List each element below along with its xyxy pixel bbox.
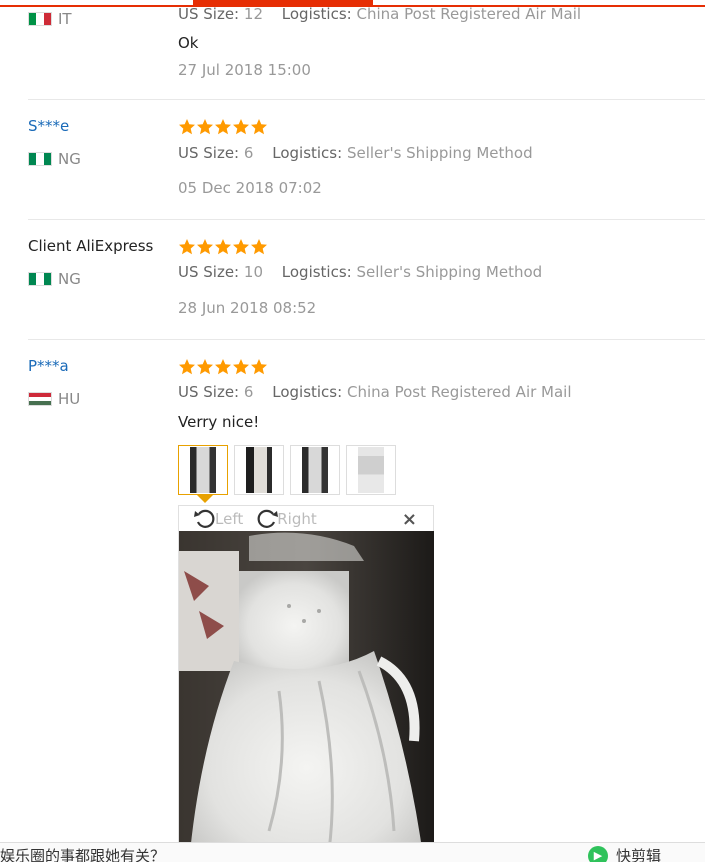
review-comment: Ok — [178, 34, 199, 52]
star-icon — [250, 238, 268, 256]
flag-it-icon — [28, 12, 52, 26]
review-item: IT US Size: 12 Logistics: China Post Reg… — [0, 0, 705, 100]
reviewer-name: Client AliExpress — [28, 237, 154, 255]
logistics-value: China Post Registered Air Mail — [346, 383, 572, 401]
review-meta: US Size: 10 Logistics: Seller's Shipping… — [178, 263, 542, 281]
star-icon — [250, 358, 268, 376]
review-meta: US Size: 12 Logistics: China Post Regist… — [178, 5, 581, 23]
star-icon — [214, 238, 232, 256]
country: NG — [28, 150, 81, 168]
star-rating — [178, 238, 268, 256]
dress-photo-icon — [358, 447, 384, 493]
reviewer-name-link[interactable]: S***e — [28, 117, 69, 135]
star-icon — [214, 358, 232, 376]
us-size-value: 6 — [243, 383, 254, 401]
star-icon — [178, 358, 196, 376]
us-size-label: US Size: — [178, 144, 240, 162]
reviewer-name-link[interactable]: P***a — [28, 357, 69, 375]
photo-thumbnail[interactable] — [290, 445, 340, 495]
star-icon — [196, 238, 214, 256]
us-size-value: 6 — [243, 144, 254, 162]
review-photo — [179, 531, 434, 862]
us-size-label: US Size: — [178, 5, 240, 23]
rotate-left-icon — [194, 509, 215, 528]
star-icon — [178, 118, 196, 136]
star-icon — [196, 358, 214, 376]
star-icon — [250, 118, 268, 136]
flag-hu-icon — [28, 392, 52, 406]
flag-ng-icon — [28, 272, 52, 286]
us-size-label: US Size: — [178, 383, 240, 401]
logistics-label: Logistics: — [281, 263, 352, 281]
flag-ng-icon — [28, 152, 52, 166]
country-code: NG — [58, 150, 81, 168]
logistics-value: China Post Registered Air Mail — [356, 5, 582, 23]
us-size-label: US Size: — [178, 263, 240, 281]
review-item: S***e NG US Size: 6 Logistics: Seller's … — [0, 100, 705, 220]
app-link-label: 快剪辑 — [616, 847, 662, 862]
us-size-value: 12 — [243, 5, 263, 23]
star-icon — [232, 358, 250, 376]
review-meta: US Size: 6 Logistics: China Post Registe… — [178, 383, 572, 401]
star-icon — [232, 118, 250, 136]
logistics-label: Logistics: — [272, 383, 343, 401]
dress-photo-icon — [246, 447, 272, 493]
logistics-value: Seller's Shipping Method — [356, 263, 543, 281]
dress-photo-icon — [190, 447, 216, 493]
country-code: HU — [58, 390, 81, 408]
us-size-value: 10 — [243, 263, 263, 281]
selected-thumbnail-caret — [197, 495, 213, 503]
star-icon — [178, 238, 196, 256]
rotate-right-label: Right — [277, 509, 317, 528]
rotate-left-button[interactable]: Left — [193, 508, 243, 530]
country: NG — [28, 270, 81, 288]
review-comment: Verry nice! — [178, 413, 260, 431]
close-icon[interactable]: × — [402, 509, 417, 530]
photo-thumbnail[interactable] — [178, 445, 228, 495]
country-code: IT — [58, 10, 72, 28]
bottom-news-bar[interactable]: 娱乐圈的事都跟她有关？ ▶ 快剪辑 — [0, 842, 705, 862]
logistics-label: Logistics: — [272, 144, 343, 162]
photo-thumbnail[interactable] — [346, 445, 396, 495]
review-date: 28 Jun 2018 08:52 — [178, 299, 317, 317]
country-code: NG — [58, 270, 81, 288]
news-headline[interactable]: 娱乐圈的事都跟她有关？ — [0, 845, 165, 862]
country: HU — [28, 390, 80, 408]
logistics-label: Logistics: — [281, 5, 352, 23]
review-item: Client AliExpress NG US Size: 10 Logisti… — [0, 220, 705, 340]
viewer-toolbar: Left Right × — [179, 506, 433, 531]
dress-photo-icon — [302, 447, 328, 493]
rotate-right-button[interactable]: Right — [255, 508, 317, 530]
play-icon: ▶ — [588, 845, 608, 862]
star-icon — [214, 118, 232, 136]
rotate-left-label: Left — [215, 509, 244, 528]
review-date: 05 Dec 2018 07:02 — [178, 179, 322, 197]
photo-thumbnails — [178, 445, 402, 495]
star-rating — [178, 358, 268, 376]
rotate-right-icon — [257, 509, 279, 528]
photo-viewer: Left Right × — [178, 505, 434, 862]
review-meta: US Size: 6 Logistics: Seller's Shipping … — [178, 144, 533, 162]
country: IT — [28, 10, 72, 28]
star-icon — [232, 238, 250, 256]
star-icon — [196, 118, 214, 136]
review-date: 27 Jul 2018 15:00 — [178, 61, 311, 79]
star-rating — [178, 118, 268, 136]
wedding-dress-photo — [179, 531, 434, 862]
logistics-value: Seller's Shipping Method — [346, 144, 533, 162]
photo-thumbnail[interactable] — [234, 445, 284, 495]
app-link[interactable]: ▶ 快剪辑 — [588, 845, 661, 862]
